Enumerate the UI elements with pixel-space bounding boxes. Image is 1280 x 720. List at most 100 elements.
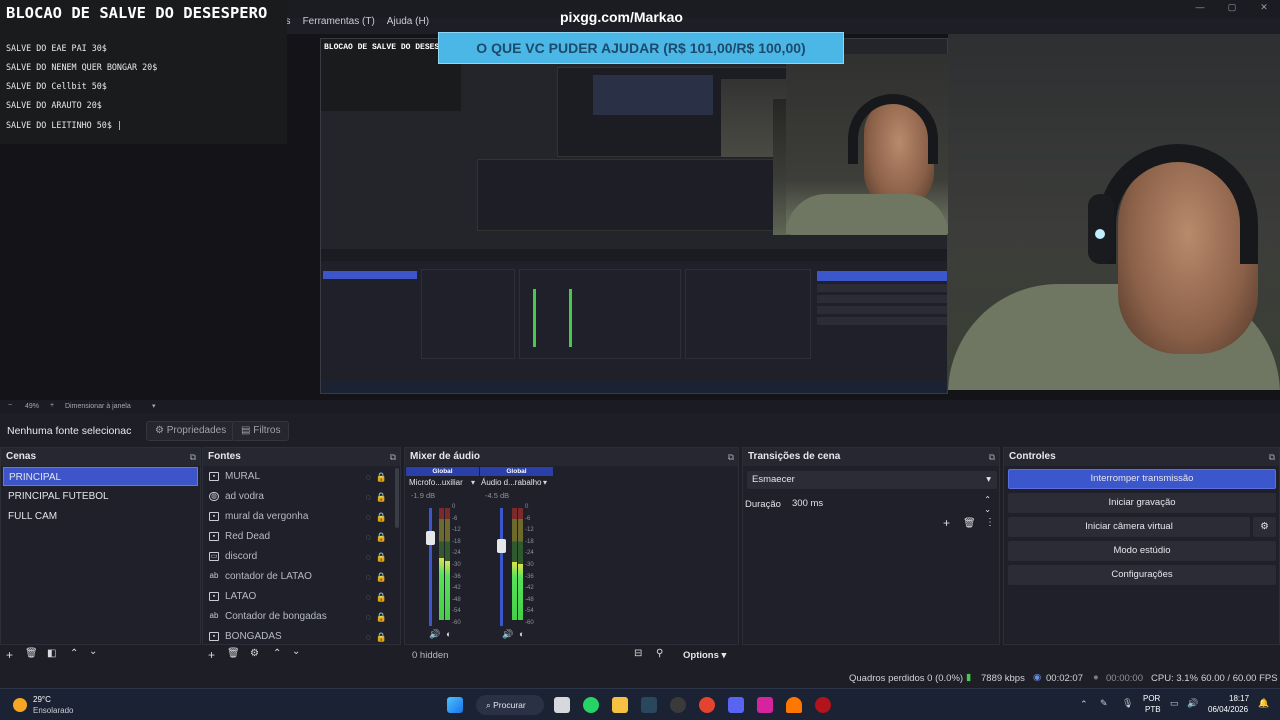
lock-icon[interactable]: 🔒 <box>376 587 387 607</box>
eye-off-icon[interactable]: ◌ <box>366 567 371 587</box>
stop-streaming-button[interactable]: Interromper transmissão <box>1008 469 1276 489</box>
eye-off-icon[interactable]: ◌ <box>366 547 371 567</box>
headphones-icon[interactable]: ◐ <box>519 629 524 639</box>
cloud-icon[interactable] <box>786 697 802 713</box>
hidden-count[interactable]: 0 hidden <box>412 650 448 661</box>
scene-filter-icon[interactable]: ◧ <box>47 648 56 659</box>
gear-icon[interactable]: ⚙ <box>1253 517 1276 537</box>
headphones-icon[interactable]: ◐ <box>446 629 451 639</box>
sun-icon[interactable] <box>13 698 27 712</box>
popout-icon[interactable]: ⧉ <box>728 448 734 466</box>
add-scene-button[interactable]: + <box>6 648 13 662</box>
add-transition-button[interactable]: + <box>943 516 950 530</box>
popout-icon[interactable]: ⧉ <box>989 448 995 466</box>
tray-chevron-icon[interactable]: ⌃ <box>1080 699 1088 710</box>
transition-select[interactable]: Esmaecer ▾ <box>747 471 997 489</box>
lock-icon[interactable]: 🔒 <box>376 487 387 507</box>
eye-off-icon[interactable]: ◌ <box>366 487 371 507</box>
zoom-in-button[interactable]: + <box>50 402 54 409</box>
microphone-icon[interactable]: 🎙 <box>1122 698 1133 709</box>
volume-fader[interactable] <box>497 539 506 553</box>
chrome-icon[interactable] <box>699 697 715 713</box>
studio-mode-button[interactable]: Modo estúdio <box>1008 541 1276 561</box>
chevron-down-icon[interactable]: ▾ <box>152 402 156 410</box>
discord-icon[interactable] <box>728 697 744 713</box>
pen-icon[interactable]: ✎ <box>1100 698 1108 709</box>
volume-icon[interactable]: 🔊 <box>1187 698 1198 709</box>
file-icon[interactable] <box>554 697 570 713</box>
taskbar-search[interactable]: ⌕ Procurar <box>476 695 544 715</box>
chevron-down-icon[interactable]: ▾ <box>543 478 547 487</box>
folder-icon[interactable] <box>612 697 628 713</box>
lock-icon[interactable]: 🔒 <box>376 627 387 647</box>
trash-icon[interactable]: 🗑 <box>227 648 240 659</box>
whatsapp-icon[interactable] <box>583 697 599 713</box>
mixer-options-button[interactable]: Options ▾ <box>683 650 726 661</box>
add-source-button[interactable]: + <box>208 648 215 662</box>
scene-item[interactable]: FULL CAM <box>3 507 198 526</box>
menu-item-help[interactable]: Ajuda (H) <box>387 16 429 32</box>
lock-icon[interactable]: 🔒 <box>376 507 387 527</box>
speaker-icon[interactable]: 🔊 <box>502 629 513 640</box>
source-item[interactable]: ▪ MURAL ◌ 🔒 <box>207 467 397 487</box>
trash-icon[interactable]: 🗑 <box>25 648 38 659</box>
channel-name[interactable]: Áudio d...rabalho <box>481 478 542 487</box>
popout-icon[interactable]: ⧉ <box>190 448 196 466</box>
popout-icon[interactable]: ⧉ <box>390 448 396 466</box>
steam-icon[interactable] <box>641 697 657 713</box>
windows-start-icon[interactable] <box>447 697 463 713</box>
eye-off-icon[interactable]: ◌ <box>366 627 371 647</box>
network-icon[interactable]: ▭ <box>1170 698 1179 709</box>
speaker-icon[interactable]: 🔊 <box>429 629 440 640</box>
sources-scrollbar[interactable] <box>395 468 399 528</box>
gear-icon[interactable]: ⚙ <box>250 648 259 659</box>
menu-item-tools[interactable]: Ferramentas (T) <box>303 16 375 32</box>
volume-fader[interactable] <box>426 531 435 545</box>
source-item[interactable]: ▪ BONGADAS ◌ 🔒 <box>207 627 397 647</box>
properties-button[interactable]: ⚙ Propriedades <box>146 421 236 441</box>
instagram-icon[interactable] <box>757 697 773 713</box>
lock-icon[interactable]: 🔒 <box>376 547 387 567</box>
lock-icon[interactable]: 🔒 <box>376 567 387 587</box>
minimize-button[interactable]: — <box>1190 2 1210 14</box>
source-item[interactable]: ▪ mural da vergonha ◌ 🔒 <box>207 507 397 527</box>
chevron-down-icon[interactable]: ▾ <box>471 478 475 487</box>
move-down-icon[interactable]: ⌄ <box>292 646 300 657</box>
move-up-icon[interactable]: ⌃ <box>70 648 78 659</box>
fader-track[interactable] <box>500 508 503 626</box>
obs-icon[interactable] <box>670 697 686 713</box>
language[interactable]: POR <box>1143 694 1160 703</box>
lock-icon[interactable]: 🔒 <box>376 607 387 627</box>
settings-button[interactable]: Configurações <box>1008 565 1276 585</box>
channel-name[interactable]: Microfo...uxiliar <box>409 478 463 487</box>
duration-input[interactable]: 300 ms ⌃ ⌄ <box>787 494 997 514</box>
source-item[interactable]: ▭ discord ◌ 🔒 <box>207 547 397 567</box>
close-button[interactable]: ✕ <box>1254 2 1274 14</box>
source-item[interactable]: ▪ Red Dead ◌ 🔒 <box>207 527 397 547</box>
start-virtual-camera-button[interactable]: Iniciar câmera virtual <box>1008 517 1250 537</box>
source-item[interactable]: ab contador de LATAO ◌ 🔒 <box>207 567 397 587</box>
trash-icon[interactable]: 🗑 <box>963 518 976 529</box>
clock-time[interactable]: 18:17 <box>1229 694 1249 703</box>
filters-button[interactable]: ▤ Filtros <box>232 421 290 441</box>
clock-date[interactable]: 06/04/2026 <box>1208 705 1248 714</box>
zoom-mode[interactable]: Dimensionar à janela <box>65 403 131 410</box>
link-icon[interactable]: ⚲ <box>656 648 663 659</box>
keyboard-layout[interactable]: PTB <box>1145 705 1161 714</box>
maximize-button[interactable]: ▢ <box>1222 2 1242 14</box>
zoom-out-button[interactable]: − <box>8 402 12 409</box>
scene-item[interactable]: PRINCIPAL <box>3 467 198 486</box>
eye-off-icon[interactable]: ◌ <box>366 527 371 547</box>
start-recording-button[interactable]: Iniciar gravação <box>1008 493 1276 513</box>
popout-icon[interactable]: ⧉ <box>1269 448 1275 466</box>
notification-icon[interactable]: 🔔 <box>1258 698 1269 709</box>
mixer-layout-icon[interactable]: ⊟ <box>634 648 642 659</box>
eye-off-icon[interactable]: ◌ <box>366 507 371 527</box>
eye-off-icon[interactable]: ◌ <box>366 607 371 627</box>
more-icon[interactable]: ⋮ <box>985 517 995 528</box>
app-icon[interactable] <box>815 697 831 713</box>
scene-item[interactable]: PRINCIPAL FUTEBOL <box>3 487 198 506</box>
source-item[interactable]: ▪ LATAO ◌ 🔒 <box>207 587 397 607</box>
source-item[interactable]: ◍ ad vodra ◌ 🔒 <box>207 487 397 507</box>
fader-track[interactable] <box>429 508 432 626</box>
